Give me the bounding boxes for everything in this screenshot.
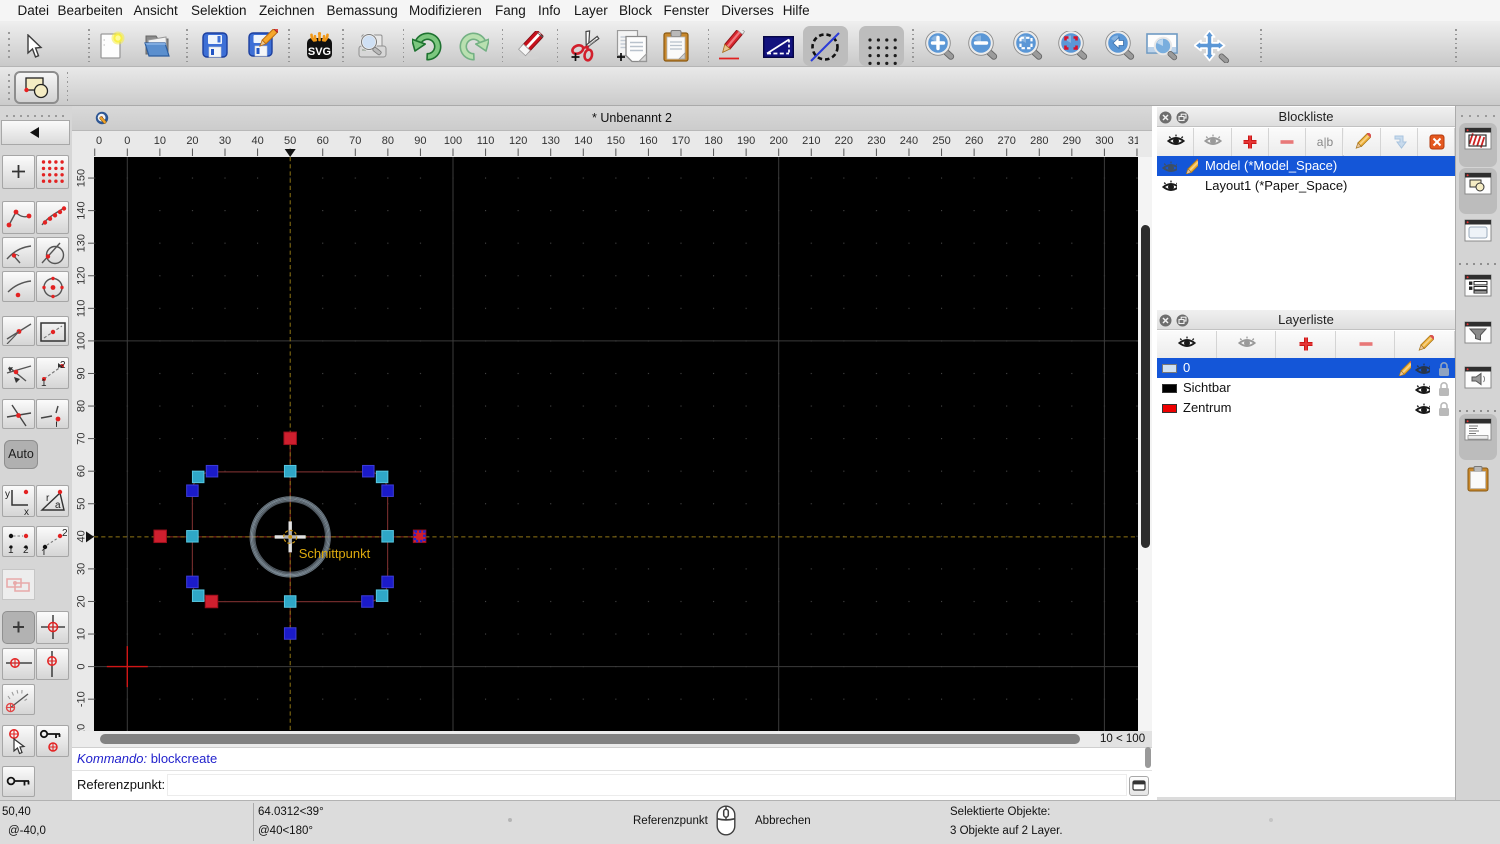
svg-text:60: 60	[317, 135, 329, 147]
svg-text:210: 210	[802, 135, 820, 147]
svg-text:120: 120	[509, 135, 527, 147]
svg-text:30: 30	[76, 563, 88, 575]
svg-text:150: 150	[607, 135, 625, 147]
svg-text:260: 260	[965, 135, 983, 147]
svg-text:140: 140	[574, 135, 592, 147]
svg-text:100: 100	[444, 135, 462, 147]
svg-text:70: 70	[349, 135, 361, 147]
svg-text:40: 40	[76, 530, 88, 542]
svg-text:0: 0	[124, 135, 130, 147]
svg-text:90: 90	[414, 135, 426, 147]
svg-text:a: a	[55, 500, 61, 511]
svg-text:230: 230	[867, 135, 885, 147]
svg-text:110: 110	[477, 135, 495, 147]
svg-text:150: 150	[76, 169, 88, 187]
svg-text:10: 10	[154, 135, 166, 147]
svg-text:20: 20	[186, 135, 198, 147]
svg-text:50: 50	[284, 135, 296, 147]
svg-text:130: 130	[542, 135, 560, 147]
svg-text:-10: -10	[76, 691, 88, 707]
svg-text:SVG: SVG	[308, 46, 331, 58]
svg-text:x: x	[24, 507, 29, 515]
svg-text:90: 90	[76, 367, 88, 379]
svg-text:1: 1	[41, 548, 47, 555]
svg-text:70: 70	[76, 432, 88, 444]
svg-text:160: 160	[639, 135, 657, 147]
svg-text:240: 240	[900, 135, 918, 147]
svg-text:10: 10	[76, 628, 88, 640]
svg-text:250: 250	[932, 135, 950, 147]
svg-text:180: 180	[704, 135, 722, 147]
svg-text:40: 40	[251, 135, 263, 147]
svg-text:0: 0	[96, 135, 102, 147]
svg-text:310: 310	[1128, 135, 1146, 147]
svg-text:120: 120	[76, 267, 88, 285]
svg-text:80: 80	[76, 400, 88, 412]
svg-text:300: 300	[1095, 135, 1113, 147]
svg-text:80: 80	[382, 135, 394, 147]
svg-text:Schnittpunkt: Schnittpunkt	[299, 546, 371, 561]
svg-text:!: !	[55, 420, 58, 427]
svg-text:110: 110	[76, 300, 88, 318]
svg-text:190: 190	[737, 135, 755, 147]
svg-text:170: 170	[672, 135, 690, 147]
svg-text:220: 220	[835, 135, 853, 147]
svg-text:60: 60	[76, 465, 88, 477]
svg-text:30: 30	[219, 135, 231, 147]
svg-text:20: 20	[76, 595, 88, 607]
svg-text:130: 130	[76, 234, 88, 252]
svg-text:1: 1	[41, 378, 47, 387]
svg-text:-20: -20	[76, 724, 88, 731]
svg-text:0: 0	[75, 664, 87, 670]
svg-text:140: 140	[76, 201, 88, 219]
svg-text:100: 100	[76, 332, 88, 350]
svg-text:a|b: a|b	[1316, 135, 1333, 149]
svg-text:2: 2	[62, 528, 67, 539]
svg-text:50: 50	[76, 498, 88, 510]
svg-text:290: 290	[1063, 135, 1081, 147]
svg-text:y: y	[5, 489, 10, 500]
svg-text:200: 200	[770, 135, 788, 147]
svg-text:280: 280	[1030, 135, 1048, 147]
svg-text:270: 270	[998, 135, 1016, 147]
